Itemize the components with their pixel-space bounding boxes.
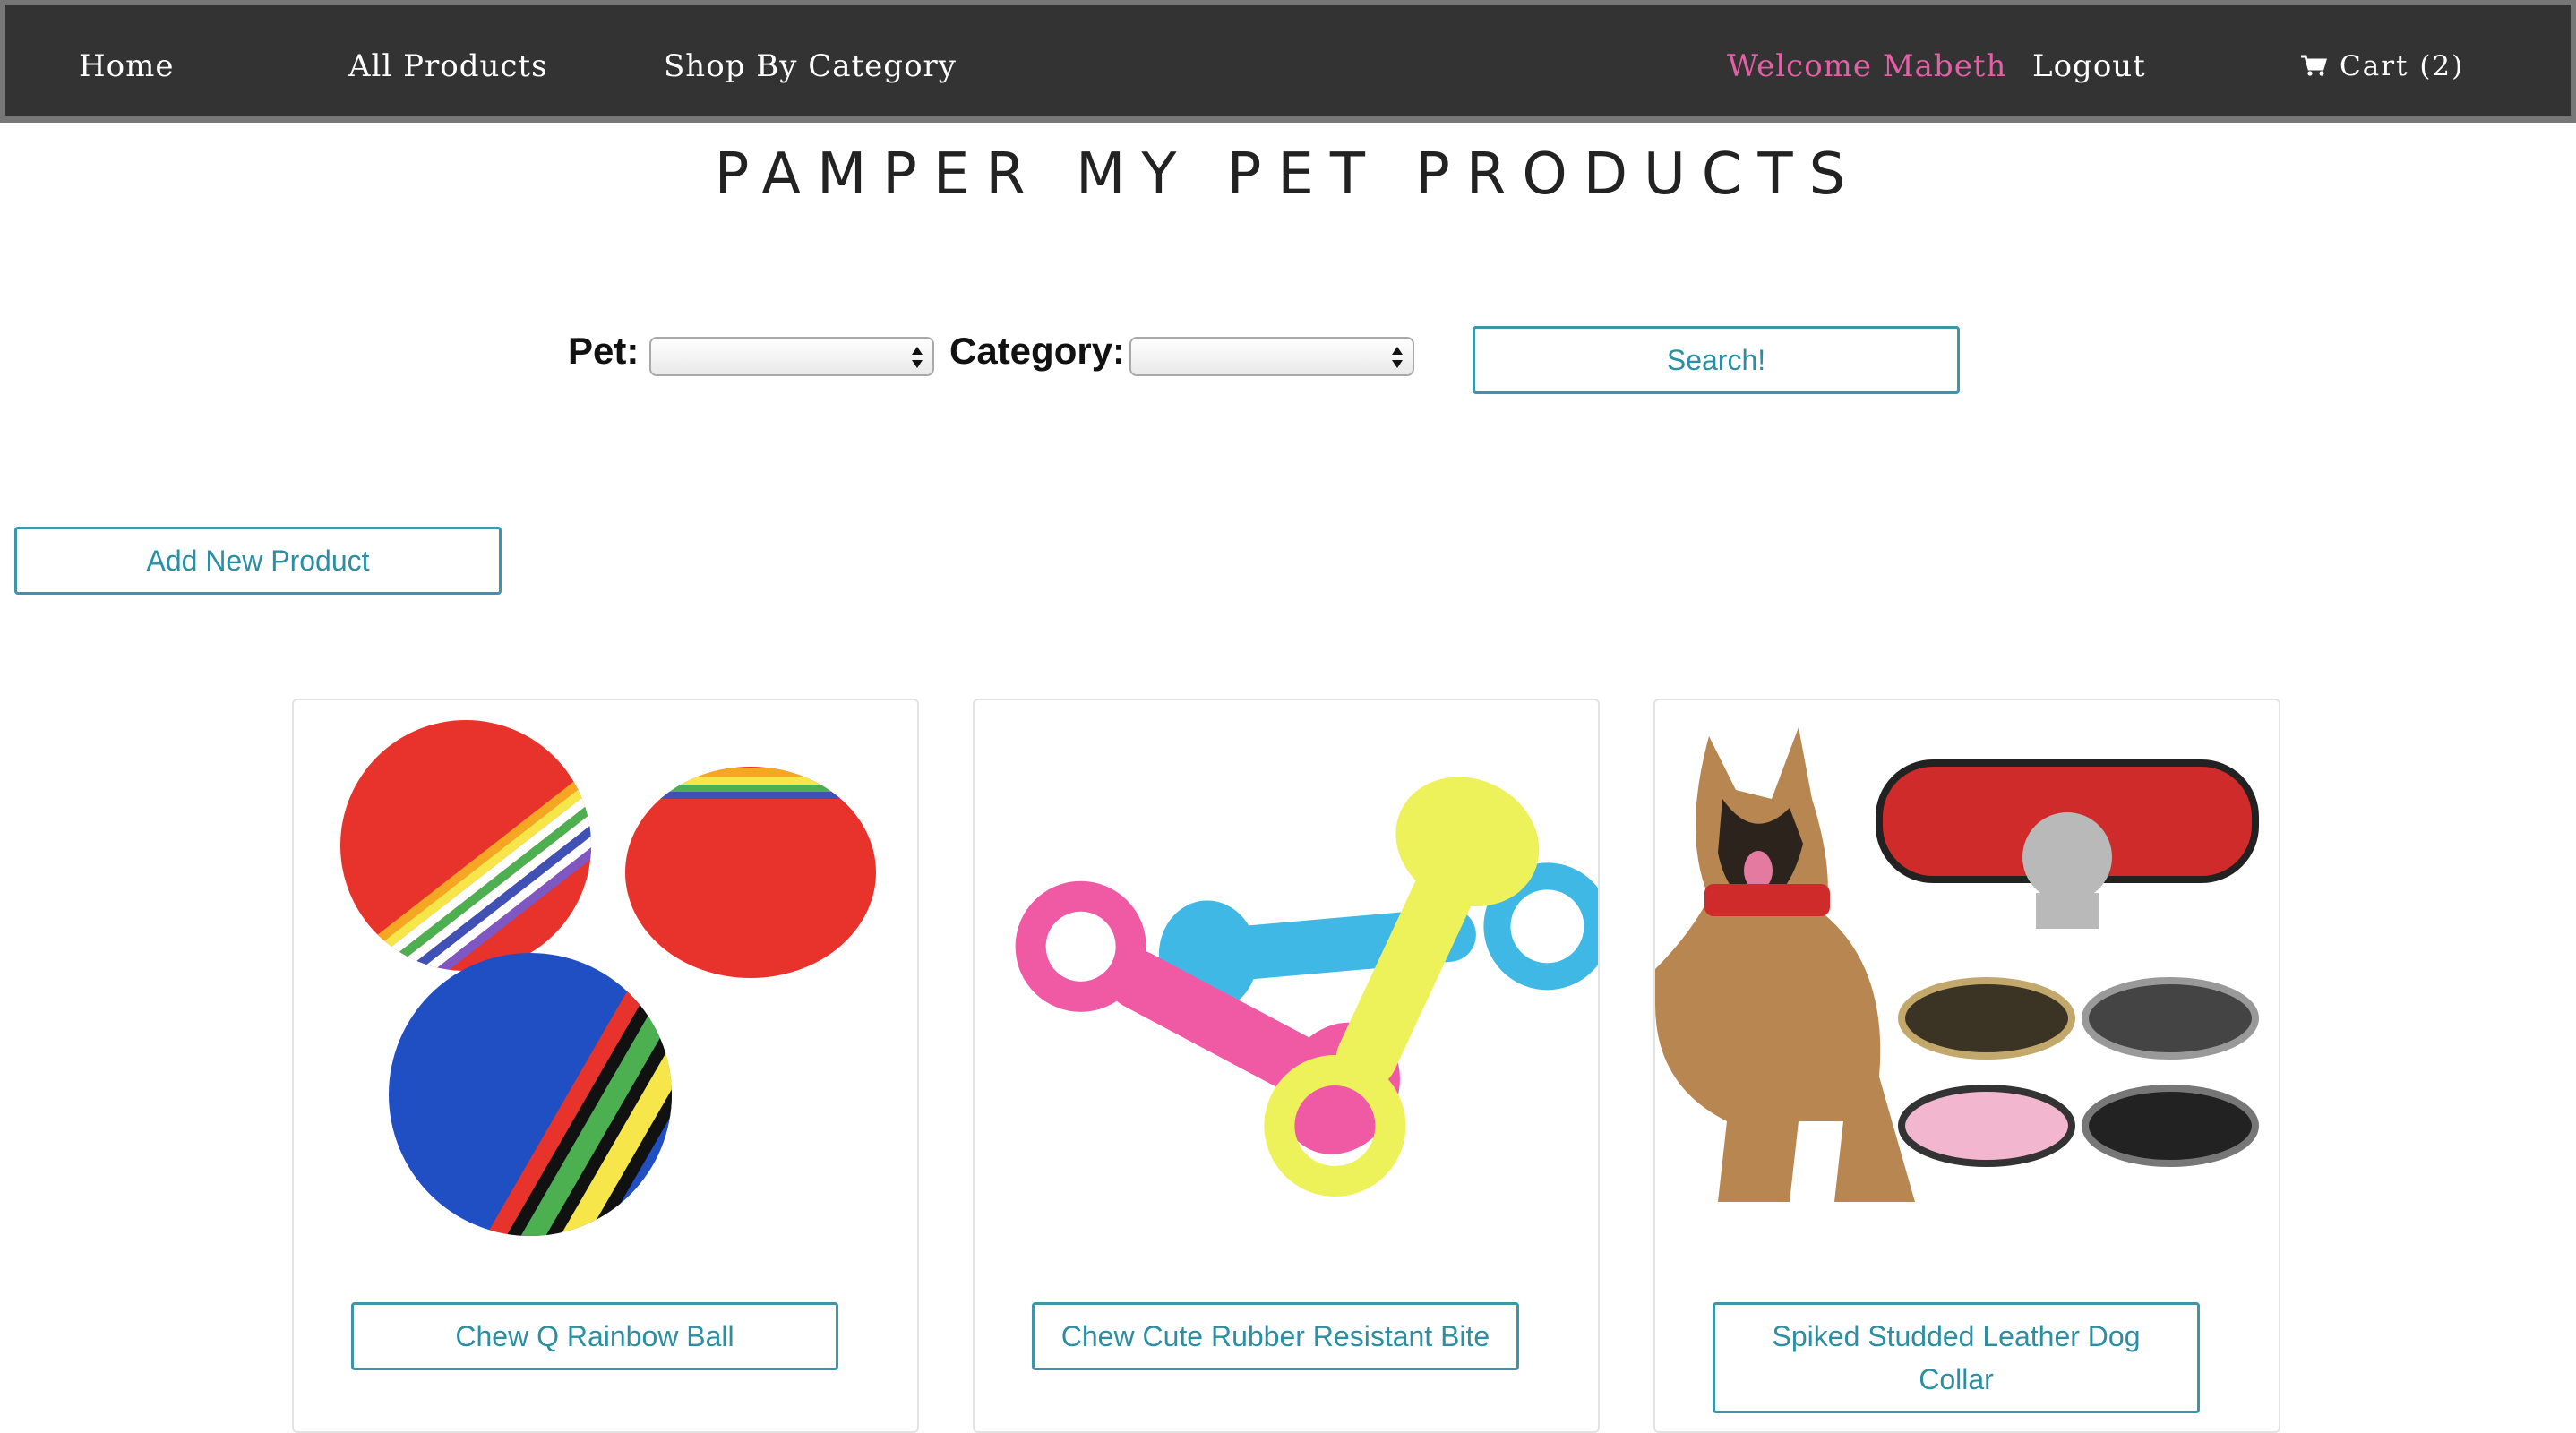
nav-all-products-link[interactable]: All Products bbox=[348, 5, 548, 128]
product-card: Chew Q Rainbow Ball bbox=[292, 699, 919, 1433]
pet-select[interactable] bbox=[649, 337, 934, 376]
product-name-button[interactable]: Chew Q Rainbow Ball bbox=[351, 1302, 838, 1370]
pet-filter-label: Pet: bbox=[568, 330, 640, 372]
cart-label: Cart (2) bbox=[2340, 50, 2465, 82]
navbar: Home All Products Shop By Category Welco… bbox=[0, 0, 2576, 123]
product-card: Spiked Studded Leather Dog Collar bbox=[1653, 699, 2280, 1433]
nav-home-link[interactable]: Home bbox=[79, 5, 174, 128]
page-title: PAMPER MY PET PRODUCTS bbox=[714, 142, 1862, 208]
product-name-button[interactable]: Spiked Studded Leather Dog Collar bbox=[1713, 1302, 2200, 1413]
select-arrows-icon bbox=[1392, 347, 1403, 368]
search-button[interactable]: Search! bbox=[1473, 326, 1960, 394]
nav-shop-by-category-link[interactable]: Shop By Category bbox=[664, 5, 957, 128]
nav-logout-link[interactable]: Logout bbox=[2032, 5, 2146, 128]
category-select[interactable] bbox=[1129, 337, 1414, 376]
add-new-product-button[interactable]: Add New Product bbox=[14, 527, 502, 595]
rubber-bones-image bbox=[1015, 777, 1598, 1197]
welcome-user-text: Welcome Mabeth bbox=[1727, 48, 2007, 84]
rainbow-balls-image bbox=[340, 720, 876, 1236]
product-name-button[interactable]: Chew Cute Rubber Resistant Bite bbox=[1032, 1302, 1519, 1370]
product-card: Chew Cute Rubber Resistant Bite bbox=[973, 699, 1600, 1433]
nav-cart-link[interactable]: Cart (2) bbox=[2300, 5, 2464, 128]
category-filter-label: Category: bbox=[949, 330, 1126, 372]
select-arrows-icon bbox=[912, 347, 923, 368]
shopping-cart-icon bbox=[2301, 55, 2327, 76]
dog-collars-image bbox=[1655, 727, 2259, 1202]
